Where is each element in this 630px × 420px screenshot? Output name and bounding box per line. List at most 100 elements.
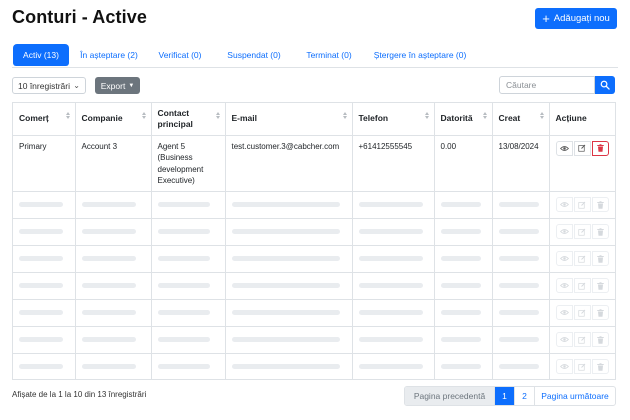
- eye-icon: [559, 283, 569, 288]
- col-header-email[interactable]: E-mail: [225, 103, 353, 136]
- prev-page-button[interactable]: Pagina precedentă: [405, 387, 495, 405]
- skeleton-bar: [440, 364, 481, 370]
- edit-button[interactable]: [573, 140, 591, 156]
- accounts-table: Comerț Companie Contact principal E-mail…: [12, 102, 616, 380]
- view-button[interactable]: [555, 197, 573, 212]
- loading-cell: [13, 218, 76, 246]
- col-header-actiune: Acțiune: [549, 103, 615, 136]
- view-button[interactable]: [555, 140, 573, 156]
- trash-icon: [596, 308, 604, 317]
- sort-icon: [342, 112, 347, 119]
- loading-cell: [13, 191, 76, 219]
- delete-button[interactable]: [591, 305, 609, 320]
- cell-telefon: +61412555545: [352, 135, 435, 192]
- tab-stergere-in-asteptare[interactable]: Ștergere în așteptare (0): [368, 44, 472, 66]
- row-actions: [555, 332, 610, 347]
- skeleton-bar: [231, 310, 340, 315]
- col-header-telefon[interactable]: Telefon: [352, 103, 435, 136]
- loading-cell: [151, 299, 226, 327]
- sort-icon: [424, 112, 429, 119]
- delete-button[interactable]: [591, 278, 609, 293]
- add-new-button[interactable]: + Adăugați nou: [535, 8, 617, 29]
- skeleton-bar: [157, 283, 210, 288]
- loading-cell: [75, 353, 152, 380]
- loading-cell: [151, 272, 226, 300]
- loading-cell: [352, 272, 435, 300]
- skeleton-bar: [231, 364, 340, 370]
- loading-cell: [492, 299, 550, 327]
- next-page-button[interactable]: Pagina următoare: [535, 387, 615, 405]
- loading-cell: [352, 353, 435, 380]
- skeleton-bar: [358, 202, 423, 207]
- edit-button[interactable]: [573, 305, 591, 320]
- skeleton-bar: [157, 202, 210, 207]
- search-button[interactable]: [595, 76, 615, 94]
- delete-button[interactable]: [591, 140, 609, 156]
- view-button[interactable]: [555, 224, 573, 239]
- delete-button[interactable]: [591, 251, 609, 266]
- delete-button[interactable]: [591, 224, 609, 239]
- view-button[interactable]: [555, 359, 573, 375]
- tab-activ[interactable]: Activ (13): [13, 44, 69, 66]
- table-row-loading: [13, 353, 615, 380]
- loading-cell: [352, 299, 435, 327]
- edit-button[interactable]: [573, 251, 591, 266]
- skeleton-bar: [231, 202, 340, 207]
- col-header-label: Datorită: [440, 113, 473, 124]
- edit-button[interactable]: [573, 359, 591, 375]
- col-header-creat[interactable]: Creat: [492, 103, 550, 136]
- view-button[interactable]: [555, 251, 573, 266]
- sort-icon: [65, 112, 70, 119]
- edit-icon: [578, 282, 586, 290]
- view-button[interactable]: [555, 332, 573, 347]
- edit-button[interactable]: [573, 278, 591, 293]
- eye-icon: [559, 256, 569, 261]
- row-actions: [555, 305, 610, 320]
- tab-suspendat[interactable]: Suspendat (0): [222, 44, 286, 66]
- tab-verificat[interactable]: Verificat (0): [150, 44, 210, 66]
- cell-actions: [549, 353, 615, 380]
- col-header-contact-principal[interactable]: Contact principal: [151, 103, 226, 136]
- loading-cell: [434, 326, 493, 354]
- col-header-comert[interactable]: Comerț: [13, 103, 76, 136]
- cell-datorita: 0.00: [434, 135, 493, 192]
- page-length-select[interactable]: 10 înregistrări ⌄: [12, 77, 86, 94]
- loading-cell: [434, 245, 493, 273]
- col-header-label: Creat: [498, 113, 521, 124]
- cell-actions: [549, 326, 615, 354]
- delete-button[interactable]: [591, 332, 609, 347]
- skeleton-bar: [157, 310, 210, 315]
- skeleton-bar: [440, 202, 481, 207]
- skeleton-bar: [440, 337, 481, 342]
- skeleton-bar: [81, 364, 136, 370]
- page-button-1[interactable]: 1: [495, 387, 515, 405]
- loading-cell: [225, 191, 353, 219]
- view-button[interactable]: [555, 278, 573, 293]
- page-button-2[interactable]: 2: [515, 387, 535, 405]
- table-row-loading: [13, 191, 615, 219]
- search-input[interactable]: [499, 76, 595, 94]
- tab-terminat[interactable]: Terminat (0): [299, 44, 359, 66]
- skeleton-bar: [19, 256, 63, 261]
- edit-icon: [578, 363, 586, 371]
- col-header-datorita[interactable]: Datorită: [434, 103, 493, 136]
- eye-icon: [559, 145, 569, 151]
- eye-icon: [559, 229, 569, 234]
- cell-actions: [549, 218, 615, 246]
- skeleton-bar: [81, 202, 136, 207]
- delete-button[interactable]: [591, 359, 609, 375]
- edit-button[interactable]: [573, 197, 591, 212]
- delete-button[interactable]: [591, 197, 609, 212]
- col-header-companie[interactable]: Companie: [75, 103, 152, 136]
- loading-cell: [492, 218, 550, 246]
- trash-icon: [596, 335, 604, 344]
- view-button[interactable]: [555, 305, 573, 320]
- sort-icon: [539, 112, 544, 119]
- edit-button[interactable]: [573, 332, 591, 347]
- tab-in-asteptare[interactable]: În așteptare (2): [72, 44, 146, 66]
- plus-icon: +: [542, 10, 550, 26]
- export-button[interactable]: Export ▼: [95, 77, 140, 94]
- skeleton-bar: [358, 364, 423, 370]
- edit-button[interactable]: [573, 224, 591, 239]
- edit-icon: [578, 228, 586, 236]
